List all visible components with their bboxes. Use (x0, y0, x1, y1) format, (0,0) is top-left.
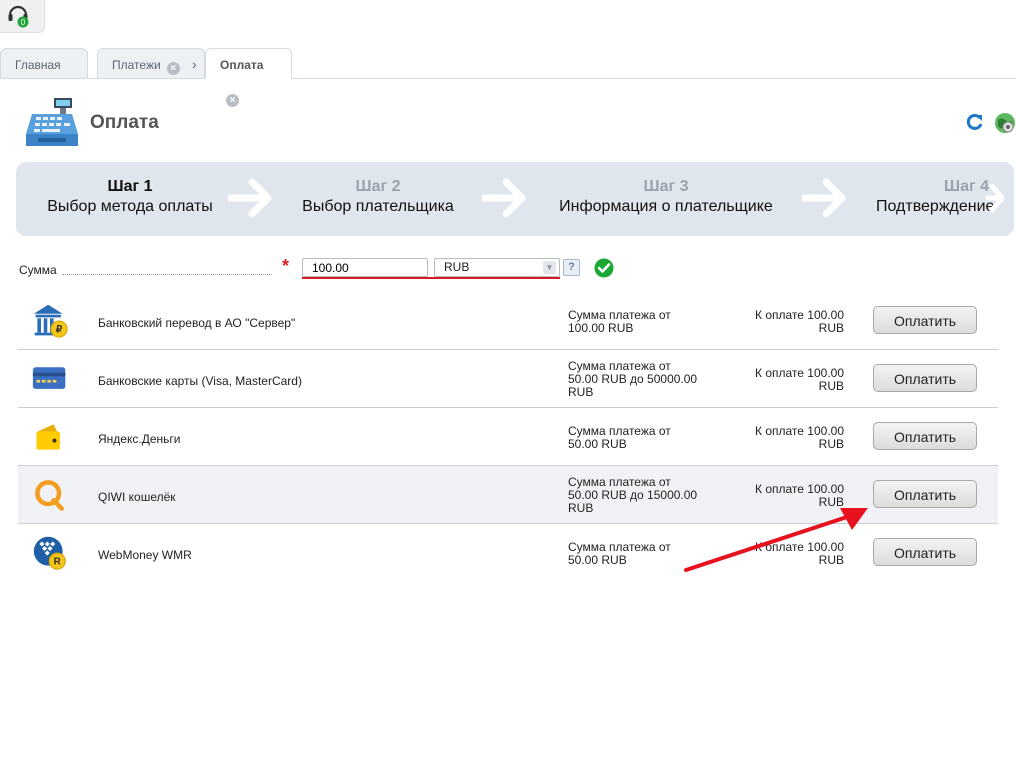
checkout-steps: Шаг 1 Выбор метода оплаты Шаг 2 Выбор пл… (16, 162, 1014, 236)
due-line: RUB (818, 321, 844, 335)
close-icon[interactable]: × (166, 62, 180, 75)
amount-input[interactable] (302, 258, 428, 277)
pay-button[interactable]: Оплатить (873, 306, 977, 334)
credit-card-icon (32, 367, 66, 389)
globe-icon[interactable] (994, 112, 1016, 139)
step-label: Выбор плательщика (302, 198, 454, 215)
step-label: Выбор метода оплаты (47, 198, 213, 215)
divider (62, 274, 272, 275)
chevron-down-icon[interactable]: ▼ (543, 261, 556, 274)
limits-line: 100.00 RUB (568, 321, 634, 335)
tab-payments[interactable]: Платежи × (97, 48, 205, 78)
method-limits: Сумма платежа от 100.00 RUB (568, 309, 718, 335)
step-label: Подтверждение (876, 198, 995, 215)
step-number: Шаг 2 (355, 178, 401, 195)
amount-due: К оплате 100.00 RUB (738, 425, 844, 451)
pay-button[interactable]: Оплатить (873, 480, 977, 508)
amount-due: К оплате 100.00 RUB (738, 309, 844, 335)
help-icon[interactable]: ? (563, 259, 580, 276)
arrow-right-icon (482, 178, 526, 218)
due-line: RUB (818, 379, 844, 393)
refresh-icon[interactable] (965, 112, 985, 137)
tab-home[interactable]: Главная (0, 48, 88, 78)
required-mark: * (282, 256, 290, 276)
svg-text:R: R (54, 557, 61, 568)
annotation-arrow-icon (684, 508, 868, 572)
method-name: Яндекс.Деньги (98, 432, 181, 446)
method-limits: Сумма платежа от 50.00 RUB до 50000.00 R… (568, 360, 718, 399)
currency-value: RUB (444, 260, 470, 274)
step-label: Информация о плательщике (559, 198, 773, 215)
pay-button[interactable]: Оплатить (873, 422, 977, 450)
notification-badge: 0 (21, 18, 26, 27)
step-number: Шаг 1 (107, 178, 153, 195)
tab-bar: Главная Платежи × Оплата × (0, 48, 1016, 107)
payment-method-row: Яндекс.Деньги Сумма платежа от 50.00 RUB… (18, 408, 998, 466)
method-name: QIWI кошелёк (98, 490, 176, 504)
arrow-right-icon (228, 178, 272, 218)
step-number: Шаг 3 (643, 178, 689, 195)
tab-label: Главная (15, 58, 61, 72)
chevron-right-icon: › (192, 56, 197, 72)
headset-icon: 0 (8, 5, 29, 28)
svg-text:₽: ₽ (56, 325, 63, 336)
webmoney-icon: R (33, 536, 66, 570)
payment-method-row: Банковские карты (Visa, MasterCard) Сумм… (18, 350, 998, 408)
currency-select[interactable]: RUB ▼ (434, 258, 560, 277)
qiwi-icon (35, 480, 64, 511)
tab-label: Оплата (220, 58, 264, 72)
pay-button[interactable]: Оплатить (873, 538, 977, 566)
support-button[interactable]: 0 (0, 0, 45, 33)
pay-button[interactable]: Оплатить (873, 364, 977, 392)
tab-payment[interactable]: Оплата × (205, 48, 292, 107)
step-4: Шаг 4 Подтверждение (876, 178, 996, 216)
step-2: Шаг 2 Выбор плательщика (288, 178, 468, 216)
method-name: Банковские карты (Visa, MasterCard) (98, 374, 302, 388)
checkmark-icon (594, 258, 614, 283)
arrow-right-icon (986, 183, 1005, 213)
step-number: Шаг 4 (944, 178, 989, 195)
arrow-right-icon (802, 178, 846, 218)
method-limits: Сумма платежа от 50.00 RUB (568, 425, 718, 451)
bank-icon: ₽ (33, 304, 68, 338)
close-icon[interactable]: × (226, 94, 239, 107)
method-name: Банковский перевод в АО "Сервер" (98, 316, 296, 330)
amount-due: К оплате 100.00 RUB (738, 367, 844, 393)
payment-method-row: ₽ Банковский перевод в АО "Сервер" Сумма… (18, 292, 998, 350)
step-3: Шаг 3 Информация о плательщике (544, 178, 788, 216)
tab-label: Платежи (112, 58, 161, 72)
cash-register-icon (24, 96, 80, 155)
step-1: Шаг 1 Выбор метода оплаты (30, 178, 230, 216)
amount-underline (302, 277, 560, 279)
limits-line: 50.00 RUB (568, 437, 627, 451)
page-title: Оплата (90, 112, 159, 133)
limits-line: RUB (568, 385, 594, 399)
method-name: WebMoney WMR (98, 548, 192, 562)
due-line: RUB (818, 437, 844, 451)
yandex-money-icon (36, 424, 60, 450)
amount-label: Сумма (19, 263, 57, 277)
